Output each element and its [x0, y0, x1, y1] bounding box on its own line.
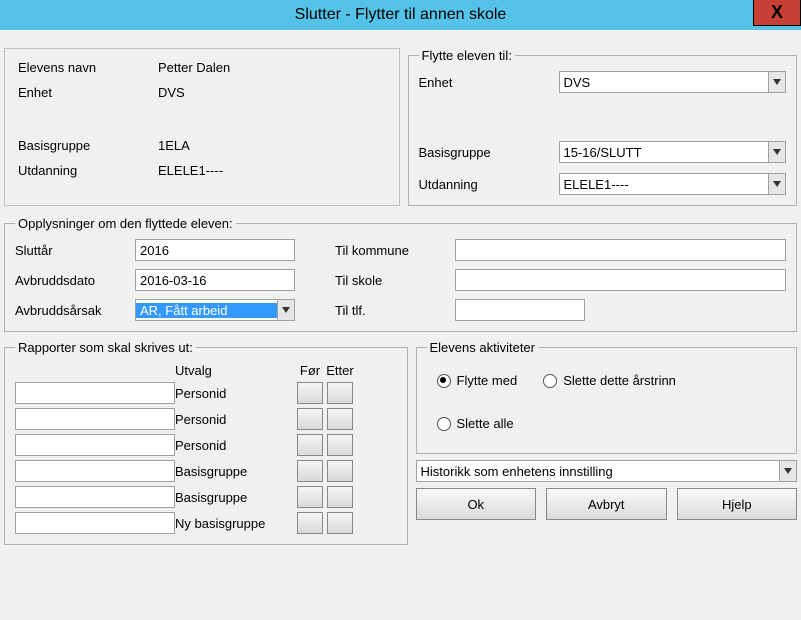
- report-before-button[interactable]: [297, 460, 323, 482]
- student-enhet-label: Enhet: [18, 85, 158, 100]
- radio-flytte-med-label: Flytte med: [457, 373, 518, 388]
- avbruddsarsak-label: Avbruddsårsak: [15, 303, 135, 318]
- chevron-down-icon: [779, 461, 796, 481]
- report-before-button[interactable]: [297, 486, 323, 508]
- radio-icon: [437, 374, 451, 388]
- report-label: Personid: [175, 438, 295, 453]
- radio-icon: [437, 417, 451, 431]
- report-label: Basisgruppe: [175, 464, 295, 479]
- chevron-down-icon: [277, 300, 294, 320]
- move-basisgruppe-label: Basisgruppe: [419, 145, 559, 160]
- move-utdanning-label: Utdanning: [419, 177, 559, 192]
- chevron-down-icon: [768, 174, 785, 194]
- avbruddsarsak-combo[interactable]: AR, Fått arbeid: [135, 299, 295, 321]
- ok-button-label: Ok: [467, 497, 484, 512]
- move-enhet-label: Enhet: [419, 75, 559, 90]
- avbruddsdato-input[interactable]: 2016-03-16: [135, 269, 295, 291]
- report-after-button[interactable]: [327, 382, 353, 404]
- til-skole-label: Til skole: [335, 273, 455, 288]
- chevron-down-icon: [768, 142, 785, 162]
- student-name-value: Petter Dalen: [158, 60, 386, 75]
- reports-for-header: Før: [295, 363, 325, 378]
- student-utdanning-label: Utdanning: [18, 163, 158, 178]
- report-before-button[interactable]: [297, 382, 323, 404]
- report-before-button[interactable]: [297, 408, 323, 430]
- sluttar-input[interactable]: 2016: [135, 239, 295, 261]
- til-kommune-input[interactable]: [455, 239, 786, 261]
- close-icon: X: [771, 2, 783, 23]
- avbryt-button-label: Avbryt: [588, 497, 625, 512]
- report-input[interactable]: [15, 486, 175, 508]
- hjelp-button-label: Hjelp: [722, 497, 752, 512]
- chevron-down-icon: [768, 72, 785, 92]
- report-label: Basisgruppe: [175, 490, 295, 505]
- move-basisgruppe-value: 15-16/SLUTT: [560, 145, 769, 160]
- student-info-panel: Elevens navn Petter Dalen Enhet DVS Basi…: [4, 48, 400, 206]
- report-after-button[interactable]: [327, 408, 353, 430]
- report-label: Ny basisgruppe: [175, 516, 295, 531]
- student-enhet-value: DVS: [158, 85, 386, 100]
- sluttar-value: 2016: [140, 243, 169, 258]
- info-legend: Opplysninger om den flyttede eleven:: [15, 216, 236, 231]
- reports-utvalg-header: Utvalg: [175, 363, 295, 378]
- report-input[interactable]: [15, 512, 175, 534]
- report-input[interactable]: [15, 382, 175, 404]
- avbryt-button[interactable]: Avbryt: [546, 488, 667, 520]
- move-utdanning-combo[interactable]: ELELE1----: [559, 173, 787, 195]
- move-to-legend: Flytte eleven til:: [419, 48, 515, 63]
- close-button[interactable]: X: [753, 0, 801, 26]
- activities-legend: Elevens aktiviteter: [427, 340, 539, 355]
- titlebar: Slutter - Flytter til annen skole X: [0, 0, 801, 30]
- report-after-button[interactable]: [327, 512, 353, 534]
- report-label: Personid: [175, 412, 295, 427]
- ok-button[interactable]: Ok: [416, 488, 537, 520]
- radio-flytte-med[interactable]: Flytte med: [437, 373, 518, 388]
- window-title: Slutter - Flytter til annen skole: [295, 6, 507, 24]
- til-tlf-label: Til tlf.: [335, 303, 455, 318]
- til-kommune-label: Til kommune: [335, 243, 455, 258]
- report-before-button[interactable]: [297, 512, 323, 534]
- avbruddsdato-value: 2016-03-16: [140, 273, 207, 288]
- radio-slette-alle[interactable]: Slette alle: [437, 416, 785, 431]
- report-label: Personid: [175, 386, 295, 401]
- history-combo[interactable]: Historikk som enhetens innstilling: [416, 460, 798, 482]
- avbruddsarsak-value: AR, Fått arbeid: [136, 303, 277, 318]
- move-utdanning-value: ELELE1----: [560, 177, 769, 192]
- sluttar-label: Sluttår: [15, 243, 135, 258]
- student-basisgruppe-label: Basisgruppe: [18, 138, 158, 153]
- move-enhet-value: DVS: [560, 75, 769, 90]
- report-input[interactable]: [15, 408, 175, 430]
- report-input[interactable]: [15, 434, 175, 456]
- radio-slette-arstrinn-label: Slette dette årstrinn: [563, 373, 676, 388]
- move-enhet-combo[interactable]: DVS: [559, 71, 787, 93]
- reports-legend: Rapporter som skal skrives ut:: [15, 340, 196, 355]
- student-basisgruppe-value: 1ELA: [158, 138, 386, 153]
- hjelp-button[interactable]: Hjelp: [677, 488, 798, 520]
- reports-etter-header: Etter: [325, 363, 355, 378]
- move-to-fieldset: Flytte eleven til: Enhet DVS Basisgruppe…: [408, 48, 798, 206]
- report-before-button[interactable]: [297, 434, 323, 456]
- til-skole-input[interactable]: [455, 269, 786, 291]
- radio-slette-arstrinn[interactable]: Slette dette årstrinn: [543, 373, 676, 388]
- activities-fieldset: Elevens aktiviteter Flytte med Slette de…: [416, 340, 798, 454]
- report-after-button[interactable]: [327, 434, 353, 456]
- report-input[interactable]: [15, 460, 175, 482]
- info-fieldset: Opplysninger om den flyttede eleven: Slu…: [4, 216, 797, 332]
- student-name-label: Elevens navn: [18, 60, 158, 75]
- move-basisgruppe-combo[interactable]: 15-16/SLUTT: [559, 141, 787, 163]
- history-combo-value: Historikk som enhetens innstilling: [417, 464, 780, 479]
- radio-icon: [543, 374, 557, 388]
- report-after-button[interactable]: [327, 460, 353, 482]
- radio-slette-alle-label: Slette alle: [457, 416, 514, 431]
- student-utdanning-value: ELELE1----: [158, 163, 386, 178]
- avbruddsdato-label: Avbruddsdato: [15, 273, 135, 288]
- report-after-button[interactable]: [327, 486, 353, 508]
- til-tlf-input[interactable]: [455, 299, 585, 321]
- reports-fieldset: Rapporter som skal skrives ut: Utvalg Fø…: [4, 340, 408, 545]
